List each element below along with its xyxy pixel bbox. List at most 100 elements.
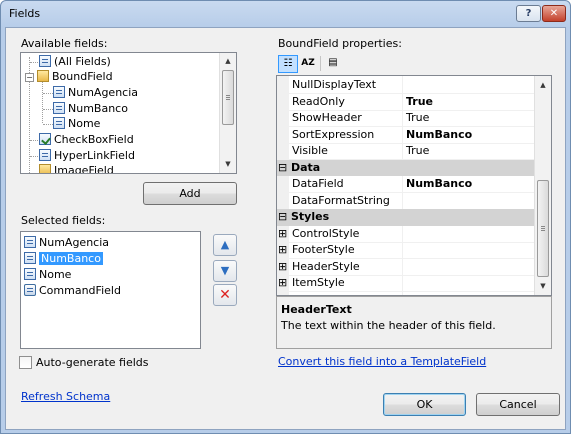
property-row-controlstyle[interactable]: ⊞ ControlStyle: [277, 226, 534, 243]
tree-branch: [43, 93, 53, 94]
available-fields-tree[interactable]: (All Fields) − BoundField NumAgencia Num…: [20, 52, 237, 174]
property-row-readonly[interactable]: ReadOnly True: [277, 94, 534, 111]
property-row-nulldisplaytext[interactable]: NullDisplayText: [277, 77, 534, 94]
field-icon: [53, 117, 65, 129]
collapse-icon[interactable]: ⊟: [278, 209, 287, 225]
category-styles[interactable]: ⊟ Styles: [277, 209, 534, 226]
hyperlinkfield-icon: [39, 149, 51, 161]
scroll-down-arrow[interactable]: ▼: [221, 157, 235, 172]
imagefield-icon: [39, 164, 51, 173]
property-row-showheader[interactable]: ShowHeader True: [277, 110, 534, 127]
property-pages-icon: ▤: [328, 57, 338, 68]
tree-item-numbanco[interactable]: NumBanco: [53, 101, 128, 117]
close-button[interactable]: ✕: [542, 5, 566, 22]
property-value[interactable]: True: [406, 110, 429, 126]
property-value[interactable]: NumBanco: [406, 127, 472, 143]
properties-label: BoundField properties:: [278, 37, 402, 50]
expand-icon[interactable]: ⊞: [278, 226, 287, 242]
property-row-sortexpression[interactable]: SortExpression NumBanco: [277, 127, 534, 144]
alphabetical-button[interactable]: AZ: [298, 55, 318, 73]
tree-item-nome[interactable]: Nome: [53, 116, 100, 132]
property-pages-button[interactable]: ▤: [323, 55, 343, 73]
selected-item-nome[interactable]: Nome: [24, 267, 71, 283]
selected-fields-list[interactable]: NumAgencia NumBanco Nome CommandField: [20, 231, 201, 349]
scroll-thumb[interactable]: [222, 70, 234, 125]
category-label: Data: [291, 160, 321, 174]
boundfield-folder-icon: [37, 70, 49, 82]
tree-item-hyperlinkfield[interactable]: HyperLinkField: [39, 148, 135, 164]
field-icon: [53, 102, 65, 114]
add-button[interactable]: Add: [143, 182, 237, 205]
categorized-button[interactable]: ☷: [278, 55, 298, 73]
property-name: NullDisplayText: [292, 78, 377, 91]
property-value[interactable]: True: [406, 143, 429, 159]
selected-item-numagencia[interactable]: NumAgencia: [24, 235, 109, 251]
property-name: FooterStyle: [292, 243, 355, 256]
selected-fields-label: Selected fields:: [21, 214, 106, 227]
fields-dialog: Fields ? ✕ Available fields: (All Fields…: [0, 0, 571, 434]
cancel-button[interactable]: Cancel: [476, 393, 560, 416]
property-row-headerstyle[interactable]: ⊞ HeaderStyle: [277, 259, 534, 276]
help-button[interactable]: ?: [516, 5, 541, 22]
collapse-toggle[interactable]: −: [25, 73, 34, 82]
scroll-down-arrow[interactable]: ▼: [536, 279, 550, 294]
collapse-icon[interactable]: ⊟: [278, 160, 287, 176]
property-name: ReadOnly: [292, 94, 345, 108]
category-data[interactable]: ⊟ Data: [277, 159, 534, 176]
dialog-body: Available fields: (All Fields) − BoundFi…: [5, 27, 566, 430]
move-up-button[interactable]: ▲: [213, 234, 237, 256]
title-bar[interactable]: Fields ? ✕: [1, 1, 570, 27]
category-label: Styles: [291, 210, 330, 223]
property-value[interactable]: NumBanco: [406, 176, 472, 192]
scroll-thumb[interactable]: [537, 180, 549, 277]
expand-icon[interactable]: ⊞: [278, 275, 287, 291]
convert-template-link[interactable]: Convert this field into a TemplateField: [278, 355, 486, 368]
commandfield-icon: [24, 284, 36, 296]
tree-item-imagefield[interactable]: ImageField: [39, 163, 114, 173]
scroll-up-arrow[interactable]: ▲: [221, 54, 235, 69]
tree-item-checkboxfield[interactable]: CheckBoxField: [39, 132, 134, 148]
property-value[interactable]: True: [406, 94, 433, 110]
expand-icon[interactable]: ⊞: [278, 242, 287, 258]
categorized-icon: ☷: [283, 58, 293, 69]
move-down-button[interactable]: ▼: [213, 260, 237, 282]
selected-item-numbanco[interactable]: NumBanco: [24, 251, 103, 267]
available-fields-label: Available fields:: [21, 37, 108, 50]
delete-button[interactable]: ✕: [213, 284, 237, 306]
available-scrollbar[interactable]: ▲ ▼: [219, 53, 236, 173]
property-name: ItemStyle: [292, 276, 345, 289]
property-row-itemstyle[interactable]: ⊞ ItemStyle: [277, 275, 534, 292]
grip-icon: [226, 94, 230, 100]
properties-scrollbar[interactable]: ▲ ▼: [534, 76, 551, 295]
ok-button[interactable]: OK: [383, 393, 466, 416]
property-row-dataformatstring[interactable]: DataFormatString: [277, 193, 534, 210]
expand-icon[interactable]: ⊞: [278, 259, 287, 275]
property-grid[interactable]: NullDisplayText ReadOnly True ShowHeader Tru…: [276, 75, 552, 296]
field-table-icon: [39, 55, 51, 67]
refresh-schema-link[interactable]: Refresh Schema: [21, 390, 110, 403]
scroll-up-arrow[interactable]: ▲: [536, 78, 550, 93]
grip-icon: [541, 225, 545, 231]
field-icon: [24, 236, 36, 248]
help-title: HeaderText: [281, 303, 352, 316]
property-name: DataField: [292, 177, 344, 190]
property-help-panel: HeaderText The text within the header of…: [276, 296, 552, 349]
property-row-visible[interactable]: Visible True: [277, 143, 534, 160]
field-icon: [53, 86, 65, 98]
property-row-datafield[interactable]: DataField NumBanco: [277, 176, 534, 193]
autogenerate-label: Auto-generate fields: [36, 356, 149, 369]
tree-item-boundfield[interactable]: BoundField: [37, 69, 113, 85]
window-title: Fields: [9, 7, 41, 20]
tree-item-numagencia[interactable]: NumAgencia: [53, 85, 138, 101]
property-name: ShowHeader: [292, 111, 362, 124]
sort-alpha-icon: AZ: [301, 58, 315, 68]
tree-item-all-fields[interactable]: (All Fields): [39, 54, 111, 70]
selected-item-commandfield[interactable]: CommandField: [24, 283, 121, 299]
property-name: SortExpression: [292, 127, 375, 141]
property-toolbar: ☷ AZ ▤: [276, 53, 552, 75]
property-row-footerstyle[interactable]: ⊞ FooterStyle: [277, 242, 534, 259]
autogenerate-checkbox[interactable]: [19, 356, 32, 369]
field-icon: [24, 268, 36, 280]
help-text: The text within the header of this field…: [281, 319, 496, 332]
checkboxfield-icon: [39, 133, 51, 145]
